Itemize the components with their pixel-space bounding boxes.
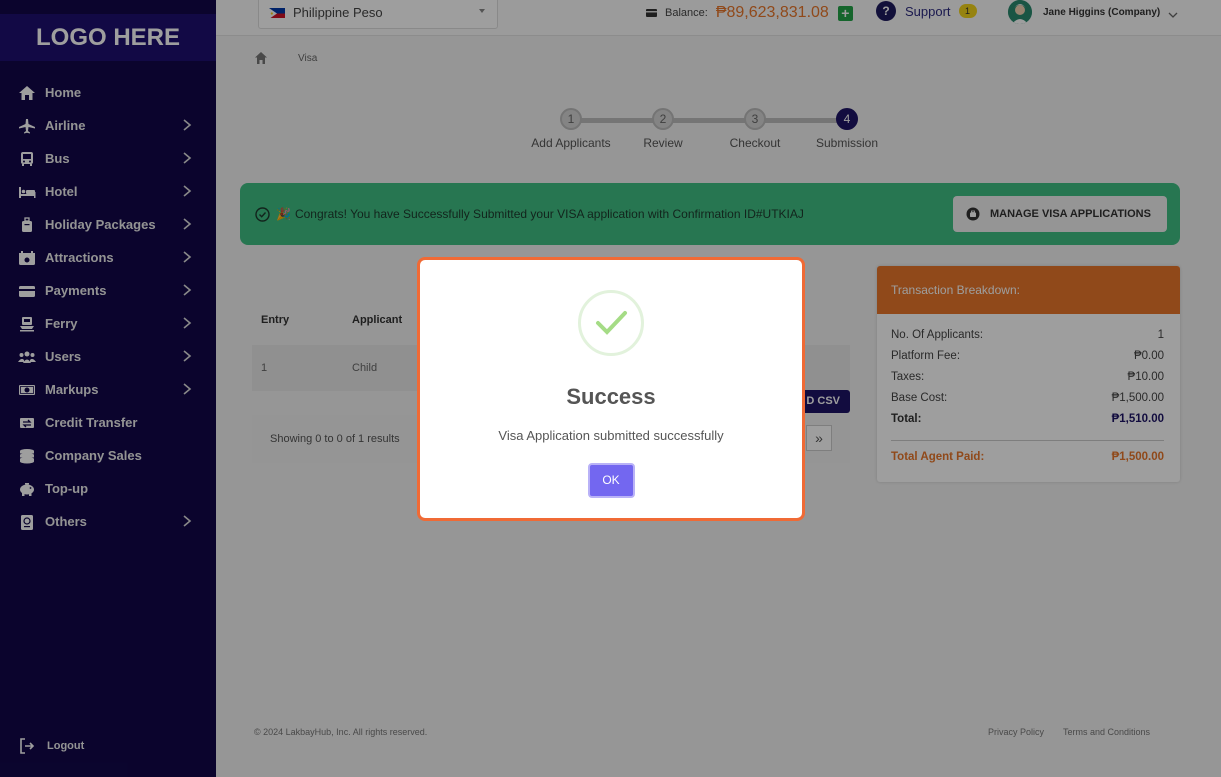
success-check-icon xyxy=(578,290,644,356)
modal-title: Success xyxy=(566,384,656,409)
success-modal: Success Visa Application submitted succe… xyxy=(417,257,805,521)
modal-message: Visa Application submitted successfully xyxy=(498,428,724,443)
ok-button[interactable]: OK xyxy=(587,463,635,498)
